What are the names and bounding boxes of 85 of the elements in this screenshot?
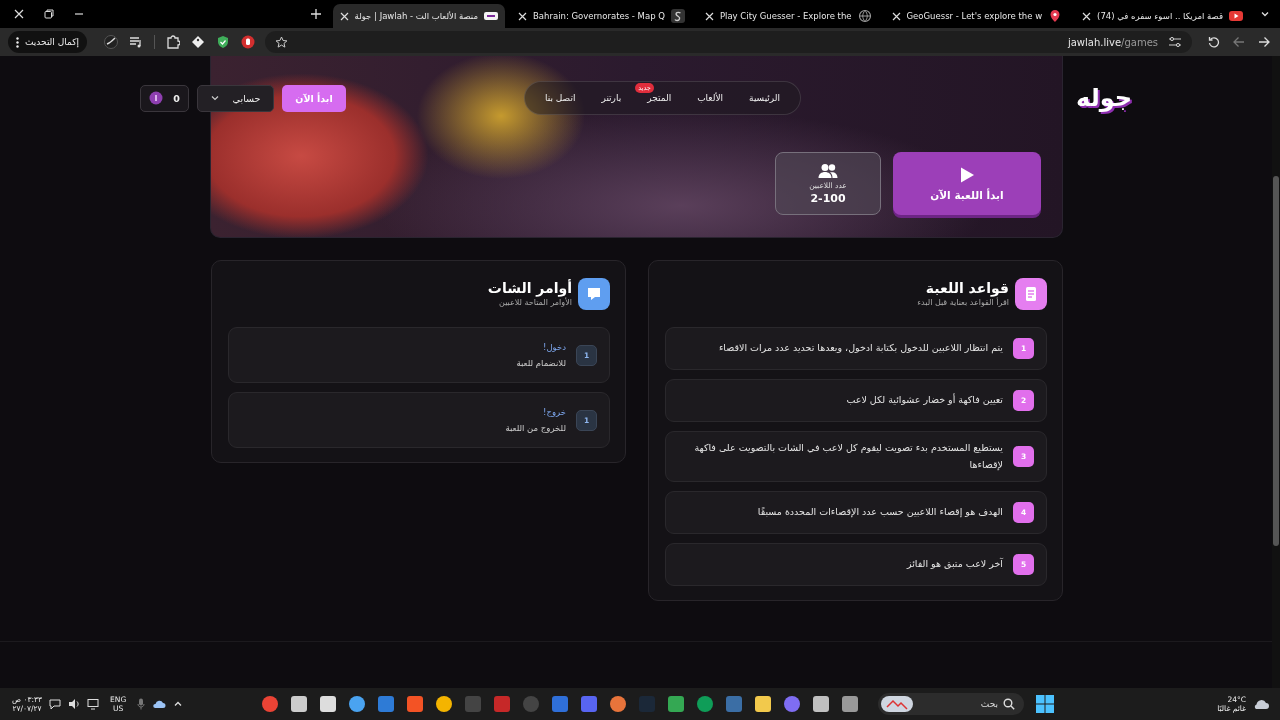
microphone-icon[interactable] bbox=[137, 698, 146, 710]
chat-icon bbox=[578, 277, 610, 310]
rule-text: تعيين فاكهة أو خضار عشوائية لكل لاعب bbox=[846, 392, 1003, 408]
site-logo[interactable]: جوله bbox=[1076, 84, 1132, 112]
document-icon bbox=[1015, 277, 1047, 310]
close-icon[interactable] bbox=[14, 9, 24, 19]
close-icon[interactable] bbox=[339, 11, 349, 21]
tag-icon[interactable] bbox=[190, 35, 205, 49]
app-icon[interactable] bbox=[347, 694, 367, 714]
cloud-icon[interactable] bbox=[152, 698, 167, 710]
browser-tab[interactable]: Play City Guesser - Explore the bbox=[697, 4, 879, 28]
url-text: jawlah.live/games bbox=[1067, 36, 1158, 48]
browser-tab[interactable]: جولة | Jawlah - منصة الألعاب الت bbox=[332, 4, 505, 28]
browser-tab[interactable]: Bahrain: Governorates - Map Q bbox=[511, 4, 692, 28]
chevron-down-icon[interactable] bbox=[1260, 9, 1270, 19]
app-icon[interactable] bbox=[666, 694, 686, 714]
card-subtitle: اقرأ القواعد بعناية قبل البدء bbox=[917, 298, 1009, 307]
card-subtitle: الأوامر المتاحة للاعبين bbox=[498, 298, 572, 307]
close-icon[interactable] bbox=[1082, 11, 1092, 21]
nav-link[interactable]: الرئيسية bbox=[749, 93, 781, 103]
app-icon[interactable] bbox=[811, 694, 831, 714]
close-icon[interactable] bbox=[704, 11, 714, 21]
nav-link[interactable]: الألعاب bbox=[697, 93, 724, 103]
tab-title: Bahrain: Governorates - Map Q bbox=[533, 11, 665, 21]
play-icon bbox=[958, 166, 976, 184]
play-icon bbox=[1229, 9, 1243, 23]
globe-icon bbox=[857, 9, 872, 23]
account-button[interactable]: حسابي bbox=[197, 84, 274, 112]
reload-icon[interactable] bbox=[1208, 36, 1220, 48]
puzzle-icon[interactable] bbox=[165, 35, 180, 49]
rule-text: يتم انتظار اللاعبين للدخول بكتابة ادخول، وبعدها تحديد عدد مرات الاقصاء bbox=[718, 341, 1003, 356]
rule-text: يستطيع المستخدم بدء تصويت ليقوم كل لاعب في الشات بالتصويت على فاكهة لإقصاءها bbox=[693, 441, 1003, 472]
update-button[interactable]: إكمال التحديث bbox=[8, 31, 87, 53]
players-count: 2-100 bbox=[810, 191, 846, 205]
restore-icon[interactable] bbox=[44, 9, 54, 19]
app-icon[interactable] bbox=[318, 694, 338, 714]
left-arrow-icon[interactable] bbox=[1233, 36, 1245, 48]
command-name: !خروج bbox=[543, 407, 566, 417]
card-title: أوامر الشات bbox=[487, 280, 572, 296]
app-icon[interactable] bbox=[753, 694, 773, 714]
chevron-up-icon[interactable] bbox=[173, 699, 184, 709]
search-icon bbox=[1003, 698, 1015, 710]
chevron-down-icon bbox=[210, 94, 219, 102]
playlist-icon[interactable] bbox=[128, 35, 143, 49]
browser-tab[interactable]: GeoGuessr - Let's explore the w bbox=[884, 4, 1070, 28]
nav-link[interactable]: اتصل بنا bbox=[544, 93, 576, 103]
tab-title: GeoGuessr - Let's explore the w bbox=[906, 11, 1043, 21]
command-name: !دخول bbox=[542, 342, 566, 352]
command-description: للخروج من اللعبة bbox=[505, 423, 566, 433]
right-arrow-icon[interactable] bbox=[1258, 36, 1270, 48]
speaker-icon[interactable] bbox=[68, 698, 81, 710]
tab-title: (74) قصة امريكا .. اسوء سفره في bbox=[1097, 11, 1223, 21]
app-icon[interactable] bbox=[289, 694, 309, 714]
nav-link[interactable]: المتجر bbox=[647, 93, 672, 103]
nav-link[interactable]: بارتنر bbox=[601, 93, 622, 103]
close-icon[interactable] bbox=[518, 11, 527, 21]
app-icon[interactable] bbox=[840, 694, 860, 714]
users-icon bbox=[818, 162, 838, 179]
more-icon bbox=[16, 36, 19, 48]
address-bar[interactable]: jawlah.live/games bbox=[264, 31, 1192, 53]
app-icon[interactable] bbox=[608, 694, 628, 714]
scrollbar[interactable] bbox=[1272, 56, 1280, 688]
app-icon[interactable] bbox=[434, 694, 454, 714]
browser-tab[interactable]: (74) قصة امريكا .. اسوء سفره في bbox=[1075, 4, 1250, 28]
tab-title: Play City Guesser - Explore the bbox=[719, 11, 852, 21]
monitor-icon[interactable] bbox=[87, 698, 100, 710]
rule-text: الهدف هو إقصاء اللاعبين حسب عدد الإقصاءات المحددة مسبقًا bbox=[757, 505, 1003, 520]
extension-icon[interactable] bbox=[103, 35, 118, 49]
play-button[interactable]: ابدأ اللعبة الآن bbox=[893, 152, 1041, 215]
tune-icon[interactable] bbox=[1168, 36, 1182, 48]
shield-icon[interactable] bbox=[215, 35, 230, 49]
card-title: قواعد اللعبة bbox=[924, 280, 1009, 296]
coin-balance[interactable]: 0 bbox=[140, 84, 189, 112]
logo-icon bbox=[484, 9, 498, 23]
rule-text: آخر لاعب متبق هو الفائز bbox=[906, 557, 1003, 572]
swirl-icon bbox=[670, 9, 685, 23]
windows-start-icon[interactable] bbox=[1036, 695, 1054, 713]
tab-title: جولة | Jawlah - منصة الألعاب الت bbox=[354, 11, 478, 21]
coin-icon bbox=[149, 91, 164, 105]
plus-icon[interactable] bbox=[310, 9, 321, 19]
cloud-icon bbox=[1252, 697, 1270, 711]
chat-bubble-icon[interactable] bbox=[49, 698, 62, 710]
command-description: للانضمام للعبة bbox=[516, 358, 566, 368]
star-icon[interactable] bbox=[274, 35, 288, 49]
close-icon[interactable] bbox=[891, 11, 901, 21]
